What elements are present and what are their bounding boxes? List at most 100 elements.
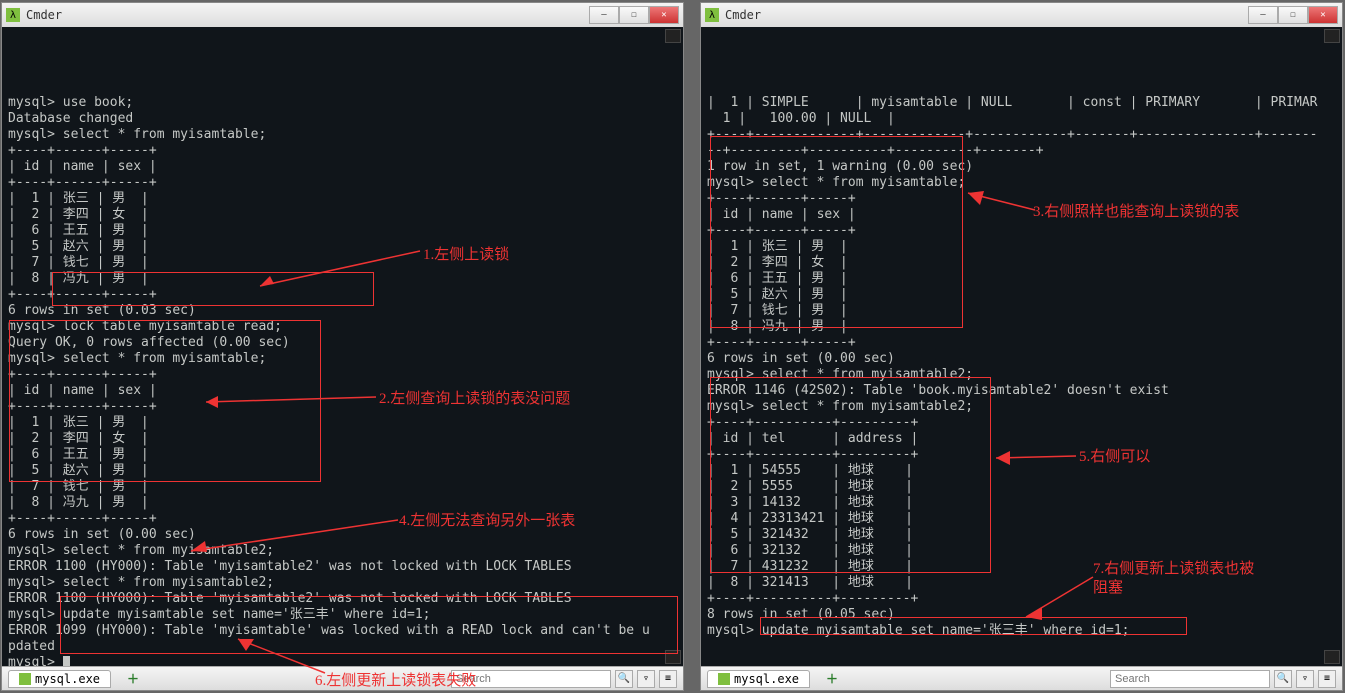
scroll-down[interactable] <box>665 650 681 664</box>
terminal-line: | id | name | sex | <box>8 383 677 399</box>
terminal-line: mysql> use book; <box>8 95 677 111</box>
new-tab-button[interactable]: ＋ <box>121 668 145 689</box>
terminal-line: | 2 | 李四 | 女 | <box>8 207 677 223</box>
scroll-down[interactable] <box>1324 650 1340 664</box>
terminal-line: mysql> update myisamtable set name='张三丰'… <box>707 623 1336 639</box>
cmder-icon: λ <box>705 8 719 22</box>
terminal-line: mysql> select * from myisamtable; <box>8 127 677 143</box>
titlebar-left[interactable]: λ Cmder — ☐ ✕ <box>2 3 683 27</box>
terminal-line: mysql> select * from myisamtable; <box>8 351 677 367</box>
terminal-line: 8 rows in set (0.05 sec) <box>707 607 1336 623</box>
terminal-line: | 2 | 李四 | 女 | <box>8 431 677 447</box>
terminal-line: 1 | 100.00 | NULL | <box>707 111 1336 127</box>
window-title: Cmder <box>26 8 62 22</box>
terminal-line: | 7 | 钱七 | 男 | <box>8 479 677 495</box>
search-icon[interactable]: 🔍 <box>1274 670 1292 688</box>
terminal-line: | id | tel | address | <box>707 431 1336 447</box>
search-input[interactable] <box>451 670 611 688</box>
terminal-line: | 7 | 钱七 | 男 | <box>8 255 677 271</box>
terminal-line: | 8 | 冯九 | 男 | <box>8 271 677 287</box>
terminal-line: +----+----------+---------+ <box>707 415 1336 431</box>
terminal-line: --+---------+----------+----------+-----… <box>707 143 1336 159</box>
hamburger-icon[interactable]: ≡ <box>1318 670 1336 688</box>
terminal-line: +----+------+-----+ <box>707 223 1336 239</box>
maximize-button[interactable]: ☐ <box>619 6 649 24</box>
terminal-line: | 1 | 张三 | 男 | <box>707 239 1336 255</box>
cmder-icon: λ <box>6 8 20 22</box>
terminal-line: mysql> select * from myisamtable2; <box>8 575 677 591</box>
terminal-line: Database changed <box>8 111 677 127</box>
minimize-button[interactable]: — <box>1248 6 1278 24</box>
terminal-line: | 6 | 王五 | 男 | <box>8 223 677 239</box>
terminal-line: Query OK, 0 rows affected (0.00 sec) <box>8 335 677 351</box>
close-button[interactable]: ✕ <box>1308 6 1338 24</box>
window-title: Cmder <box>725 8 761 22</box>
terminal-line: ERROR 1099 (HY000): Table 'myisamtable' … <box>8 623 677 639</box>
tab-label: mysql.exe <box>35 672 100 686</box>
tab-mysql[interactable]: mysql.exe <box>707 670 810 688</box>
terminal-line: +----+------+-----+ <box>8 511 677 527</box>
terminal-line: +----+-------------+-------------+------… <box>707 127 1336 143</box>
terminal-line: +----+----------+---------+ <box>707 591 1336 607</box>
terminal-line: | 8 | 冯九 | 男 | <box>8 495 677 511</box>
scroll-up[interactable] <box>1324 29 1340 43</box>
terminal-line: | 7 | 431232 | 地球 | <box>707 559 1336 575</box>
scroll-up[interactable] <box>665 29 681 43</box>
terminal-line: | 5 | 赵六 | 男 | <box>8 463 677 479</box>
terminal-line: +----+------+-----+ <box>8 367 677 383</box>
terminal-line: | 6 | 32132 | 地球 | <box>707 543 1336 559</box>
cmder-window-left: λ Cmder — ☐ ✕ mysql> use book;Database c… <box>1 2 684 691</box>
terminal-line: +----+------+-----+ <box>8 175 677 191</box>
terminal-right[interactable]: | 1 | SIMPLE | myisamtable | NULL | cons… <box>701 27 1342 666</box>
titlebar-right[interactable]: λ Cmder — ☐ ✕ <box>701 3 1342 27</box>
new-tab-button[interactable]: ＋ <box>820 668 844 689</box>
search-area: 🔍 ▿ ≡ <box>451 670 677 688</box>
terminal-line: mysql> select * from myisamtable2; <box>8 543 677 559</box>
maximize-button[interactable]: ☐ <box>1278 6 1308 24</box>
terminal-line: | 2 | 李四 | 女 | <box>707 255 1336 271</box>
terminal-line: | id | name | sex | <box>707 207 1336 223</box>
terminal-line: mysql> update myisamtable set name='张三丰'… <box>8 607 677 623</box>
terminal-line: 6 rows in set (0.00 sec) <box>8 527 677 543</box>
terminal-line: | 5 | 321432 | 地球 | <box>707 527 1336 543</box>
terminal-line: 1 row in set, 1 warning (0.00 sec) <box>707 159 1336 175</box>
cursor <box>63 656 70 667</box>
terminal-line: ERROR 1100 (HY000): Table 'myisamtable2'… <box>8 559 677 575</box>
tab-mysql[interactable]: mysql.exe <box>8 670 111 688</box>
window-buttons: — ☐ ✕ <box>589 6 679 24</box>
terminal-line: +----+------+-----+ <box>8 287 677 303</box>
statusbar-right: mysql.exe ＋ 🔍 ▿ ≡ <box>701 666 1342 690</box>
statusbar-left: mysql.exe ＋ 🔍 ▿ ≡ <box>2 666 683 690</box>
hamburger-icon[interactable]: ≡ <box>659 670 677 688</box>
terminal-line: +----+------+-----+ <box>8 143 677 159</box>
close-button[interactable]: ✕ <box>649 6 679 24</box>
terminal-line: | id | name | sex | <box>8 159 677 175</box>
search-next-icon[interactable]: ▿ <box>637 670 655 688</box>
tab-icon <box>718 673 730 685</box>
terminal-line: | 1 | SIMPLE | myisamtable | NULL | cons… <box>707 95 1336 111</box>
terminal-line: | 7 | 钱七 | 男 | <box>707 303 1336 319</box>
terminal-line: | 3 | 14132 | 地球 | <box>707 495 1336 511</box>
terminal-line: | 1 | 张三 | 男 | <box>8 415 677 431</box>
terminal-line: 6 rows in set (0.00 sec) <box>707 351 1336 367</box>
terminal-line: | 5 | 赵六 | 男 | <box>707 287 1336 303</box>
terminal-line: | 2 | 5555 | 地球 | <box>707 479 1336 495</box>
terminal-line: ERROR 1146 (42S02): Table 'book.myisamta… <box>707 383 1336 399</box>
terminal-left[interactable]: mysql> use book;Database changedmysql> s… <box>2 27 683 666</box>
terminal-line: mysql> select * from myisamtable2; <box>707 367 1336 383</box>
terminal-line: 6 rows in set (0.03 sec) <box>8 303 677 319</box>
search-icon[interactable]: 🔍 <box>615 670 633 688</box>
search-area: 🔍 ▿ ≡ <box>1110 670 1336 688</box>
terminal-line: +----+------+-----+ <box>707 335 1336 351</box>
window-buttons: — ☐ ✕ <box>1248 6 1338 24</box>
terminal-line: +----+------+-----+ <box>707 191 1336 207</box>
terminal-line: | 8 | 冯九 | 男 | <box>707 319 1336 335</box>
terminal-line: +----+----------+---------+ <box>707 447 1336 463</box>
search-next-icon[interactable]: ▿ <box>1296 670 1314 688</box>
terminal-line: | 6 | 王五 | 男 | <box>707 271 1336 287</box>
terminal-line: mysql> <box>8 655 677 666</box>
terminal-line: | 4 | 23313421 | 地球 | <box>707 511 1336 527</box>
minimize-button[interactable]: — <box>589 6 619 24</box>
search-input[interactable] <box>1110 670 1270 688</box>
terminal-line: ERROR 1100 (HY000): Table 'myisamtable2'… <box>8 591 677 607</box>
